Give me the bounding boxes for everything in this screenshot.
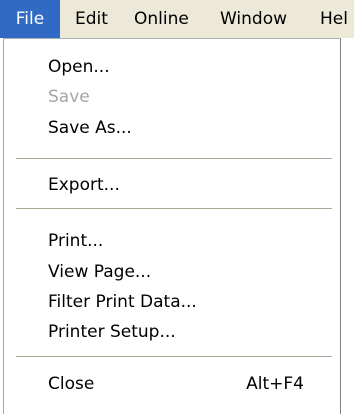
- menu-item-label: Save: [48, 87, 90, 107]
- menu-item-label: Close: [48, 374, 95, 394]
- menu-item-label: Print...: [48, 231, 104, 251]
- menu-window[interactable]: Window: [220, 0, 287, 38]
- menu-item-export[interactable]: Export...: [4, 170, 340, 200]
- menu-online[interactable]: Online: [134, 0, 189, 38]
- menu-item-printer-setup[interactable]: Printer Setup...: [4, 317, 340, 347]
- menu-separator: [16, 356, 332, 358]
- menu-separator: [16, 158, 332, 160]
- menu-item-filter-print-data[interactable]: Filter Print Data...: [4, 287, 340, 317]
- menu-item-save: Save: [4, 82, 340, 112]
- menu-item-label: View Page...: [48, 262, 152, 282]
- menu-edit[interactable]: Edit: [75, 0, 108, 38]
- menu-item-label: Printer Setup...: [48, 322, 176, 342]
- menu-bar: File Edit Online Window Hel: [0, 0, 354, 38]
- menu-item-label: Filter Print Data...: [48, 292, 197, 312]
- menu-item-open[interactable]: Open...: [4, 52, 340, 82]
- menu-item-close[interactable]: Close Alt+F4: [4, 369, 340, 399]
- menu-file[interactable]: File: [0, 0, 60, 38]
- menu-item-label: Save As...: [48, 118, 132, 138]
- file-dropdown-menu: Open... Save Save As... Export... Print.…: [3, 38, 341, 414]
- menu-item-save-as[interactable]: Save As...: [4, 113, 340, 143]
- menu-item-shortcut: Alt+F4: [246, 374, 304, 394]
- menu-item-view-page[interactable]: View Page...: [4, 257, 340, 287]
- menu-item-label: Export...: [48, 175, 120, 195]
- menu-help[interactable]: Hel: [320, 0, 348, 38]
- menu-separator: [16, 208, 332, 210]
- menu-item-label: Open...: [48, 57, 110, 77]
- menu-item-print[interactable]: Print...: [4, 226, 340, 256]
